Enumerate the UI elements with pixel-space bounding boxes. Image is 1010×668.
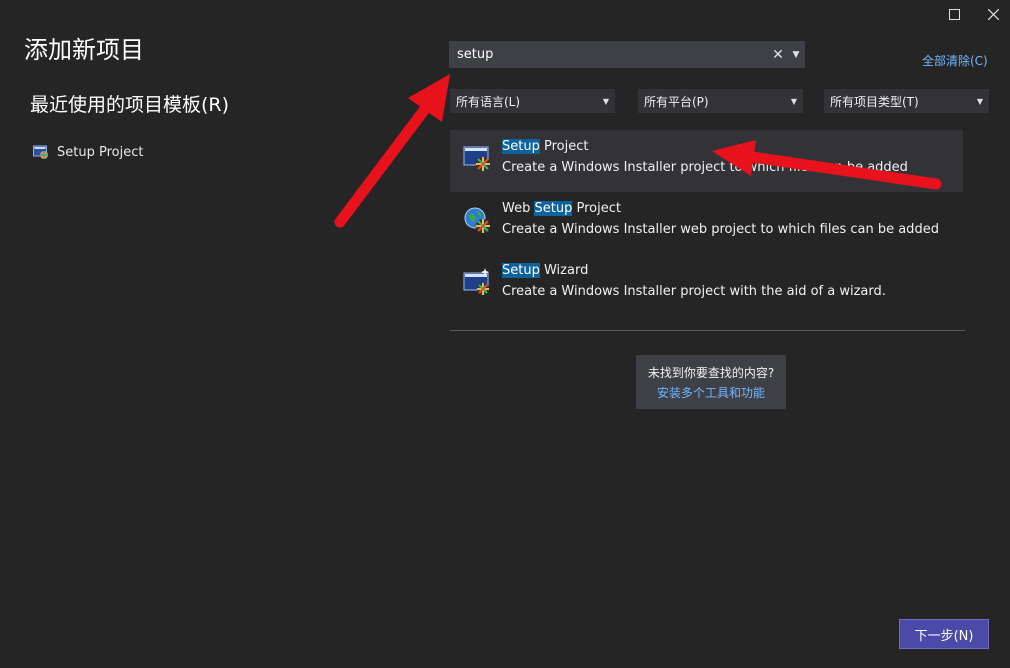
- result-item-web-setup-project[interactable]: Web Setup Project Create a Windows Insta…: [450, 192, 963, 254]
- recent-item-setup-project[interactable]: Setup Project: [33, 142, 143, 162]
- result-name: Web Setup Project: [502, 201, 621, 216]
- project-type-filter-label: 所有项目类型(T): [830, 94, 919, 109]
- web-setup-project-icon: [464, 207, 490, 233]
- chevron-down-icon: ▼: [602, 96, 609, 106]
- close-button[interactable]: [976, 0, 1010, 28]
- maximize-button[interactable]: [937, 0, 971, 28]
- annotation-arrow-search: [334, 74, 450, 228]
- clear-icon[interactable]: ✕: [769, 47, 787, 63]
- chevron-down-icon: ▼: [790, 96, 797, 106]
- not-found-panel: 未找到你要查找的内容? 安装多个工具和功能: [636, 355, 786, 409]
- result-description: Create a Windows Installer project to wh…: [502, 160, 908, 175]
- platform-filter-label: 所有平台(P): [644, 94, 709, 109]
- result-description: Create a Windows Installer project with …: [502, 284, 886, 299]
- recent-item-label: Setup Project: [57, 144, 144, 160]
- not-found-question: 未找到你要查找的内容?: [647, 366, 775, 380]
- chevron-down-icon[interactable]: ▼: [787, 50, 805, 60]
- maximize-icon: [948, 8, 960, 20]
- clear-all-link[interactable]: 全部清除(C): [922, 52, 988, 69]
- page-title: 添加新项目: [24, 36, 144, 64]
- search-box: ✕ ▼: [449, 41, 805, 68]
- results-divider: [450, 330, 965, 331]
- language-filter-label: 所有语言(L): [456, 94, 521, 109]
- setup-project-icon: [33, 145, 48, 159]
- result-name: Setup Wizard: [502, 263, 589, 278]
- platform-filter[interactable]: 所有平台(P) ▼: [638, 89, 803, 113]
- install-tools-link[interactable]: 安装多个工具和功能: [636, 384, 786, 401]
- next-button[interactable]: 下一步(N): [899, 619, 989, 649]
- chevron-down-icon: ▼: [976, 96, 983, 106]
- result-item-setup-wizard[interactable]: Setup Wizard Create a Windows Installer …: [450, 254, 963, 316]
- close-icon: [987, 8, 999, 20]
- setup-wizard-icon: [463, 268, 489, 295]
- setup-project-icon: [463, 146, 490, 171]
- result-name: Setup Project: [502, 139, 589, 154]
- language-filter[interactable]: 所有语言(L) ▼: [450, 89, 615, 113]
- result-description: Create a Windows Installer web project t…: [502, 222, 939, 237]
- search-input[interactable]: [449, 41, 769, 68]
- recent-templates-heading: 最近使用的项目模板(R): [30, 94, 230, 116]
- result-item-setup-project[interactable]: Setup Project Create a Windows Installer…: [450, 130, 963, 192]
- project-type-filter[interactable]: 所有项目类型(T) ▼: [824, 89, 989, 113]
